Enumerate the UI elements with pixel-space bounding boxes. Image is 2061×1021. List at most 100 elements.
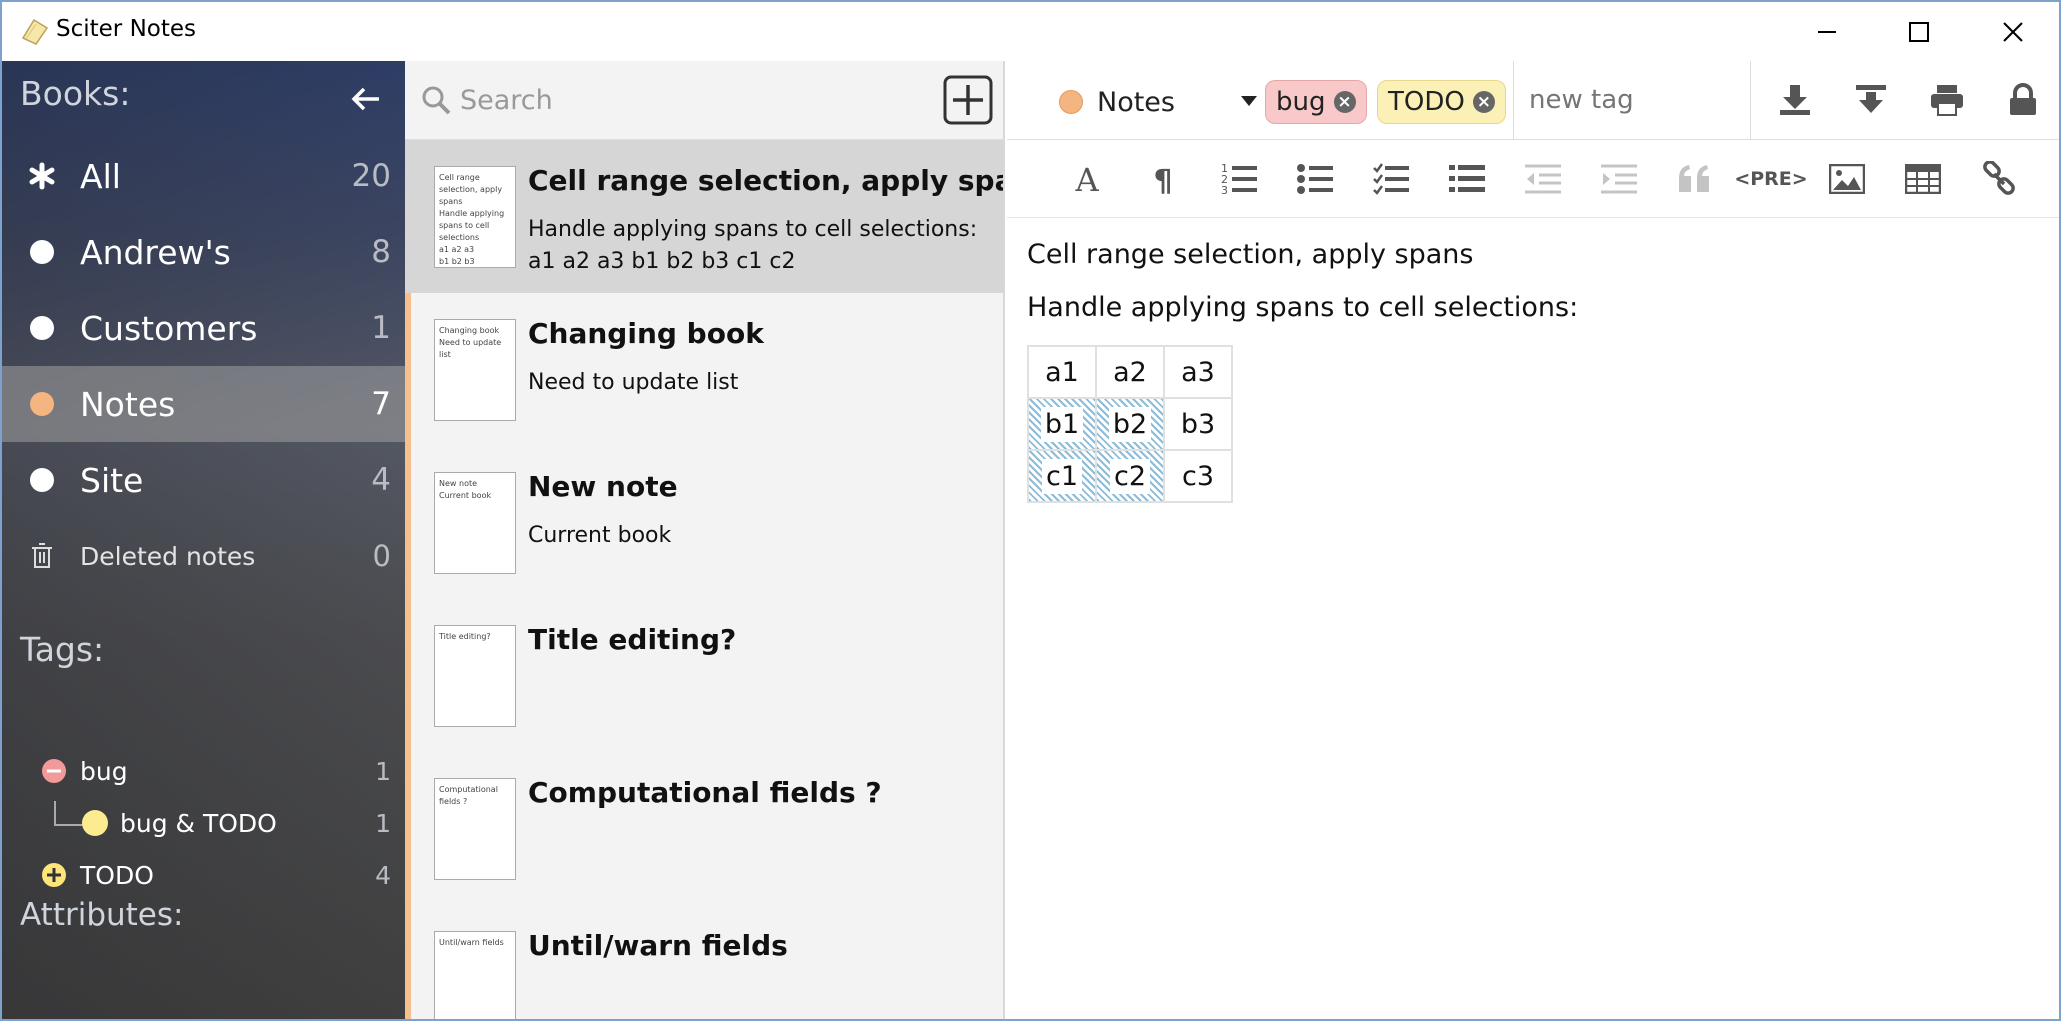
title-bar: Sciter Notes (2, 2, 2059, 61)
tag-chip-bug[interactable]: bug × (1265, 80, 1367, 124)
note-title: Until/warn fields (528, 929, 788, 962)
checklist-icon (1373, 163, 1409, 195)
table-cell-selected[interactable]: c1 (1027, 449, 1097, 503)
indent-button[interactable] (1594, 154, 1644, 204)
app-icon (21, 18, 49, 45)
svg-text:A: A (1074, 163, 1099, 195)
format-toolbar: A ¶ 123 <PRE> (1007, 140, 2059, 218)
back-arrow-icon[interactable] (351, 87, 381, 111)
note-thumbnail: Until/warn fields (434, 931, 516, 1019)
sidebar: Books: All 20 Andrew's 8 Customers 1 Not… (2, 61, 405, 1019)
note-item[interactable]: New note Current book New note Current b… (405, 446, 1003, 599)
close-icon (2003, 21, 2023, 42)
maximize-button[interactable] (1873, 2, 1965, 61)
note-title: Cell range selection, apply spans (528, 164, 1005, 197)
note-thumbnail: Cell range selection, apply spans Handle… (434, 166, 516, 268)
tag-chip-todo[interactable]: TODO × (1377, 80, 1506, 124)
book-count: 20 (351, 158, 391, 194)
note-item[interactable]: Computational fields ? Computational fie… (405, 752, 1003, 905)
book-select[interactable]: Notes (1059, 80, 1257, 124)
note-thumbnail: Title editing? (434, 625, 516, 727)
image-icon (1829, 164, 1865, 194)
paragraph-button[interactable]: ¶ (1138, 154, 1188, 204)
tag-color-dot (82, 810, 108, 836)
book-label: Site (80, 460, 144, 500)
table-cell-selected[interactable]: b2 (1095, 397, 1165, 451)
table-cell[interactable]: a3 (1163, 345, 1233, 399)
remove-tag-icon[interactable]: × (1333, 91, 1356, 113)
note-item[interactable]: Changing book Need to update list Changi… (405, 293, 1003, 446)
minimize-button[interactable] (1781, 2, 1873, 61)
cell-text: b1 (1040, 406, 1084, 442)
tag-item-bug[interactable]: bug 1 (2, 749, 405, 793)
checklist-button[interactable] (1366, 154, 1416, 204)
deleted-notes-item[interactable]: Deleted notes 0 (2, 518, 405, 594)
insert-image-button[interactable] (1822, 154, 1872, 204)
download-icon (1780, 85, 1810, 115)
tag-label: bug & TODO (120, 808, 277, 838)
search-input[interactable] (460, 79, 800, 121)
book-label: All (80, 156, 121, 196)
insert-link-button[interactable] (1974, 154, 2024, 204)
tag-item-todo[interactable]: TODO 4 (2, 853, 405, 897)
lock-icon (2010, 83, 2036, 115)
cell-text: c2 (1109, 458, 1151, 494)
bullet-list-icon (1297, 164, 1333, 194)
document-content[interactable]: Cell range selection, apply spans Handle… (1027, 239, 1578, 503)
lock-button[interactable] (1993, 75, 2053, 125)
insert-table-button[interactable] (1898, 154, 1948, 204)
svg-text:3: 3 (1221, 184, 1228, 196)
app-window: Sciter Notes Books: All 20 Andrew's 8 Cu… (0, 0, 2061, 1021)
outdent-button[interactable] (1518, 154, 1568, 204)
print-icon (1931, 85, 1963, 116)
preformatted-button[interactable]: <PRE> (1731, 154, 1811, 204)
tag-item-bug-and-todo[interactable]: bug & TODO 1 (2, 801, 405, 845)
note-item[interactable]: Title editing? Title editing? (405, 599, 1003, 752)
book-item-all[interactable]: All 20 (2, 138, 405, 214)
deleted-notes-count: 0 (372, 539, 391, 573)
table-cell-selected[interactable]: b1 (1027, 397, 1097, 451)
note-item[interactable]: Until/warn fields Until/warn fields (405, 905, 1003, 1019)
book-item-site[interactable]: Site 4 (2, 442, 405, 518)
table-cell[interactable]: a1 (1027, 345, 1097, 399)
font-style-button[interactable]: A (1062, 154, 1112, 204)
add-note-button[interactable] (943, 75, 993, 125)
note-thumbnail: Computational fields ? (434, 778, 516, 880)
book-color-dot (1059, 90, 1083, 114)
trash-icon (32, 543, 52, 568)
definition-list-button[interactable] (1442, 154, 1492, 204)
blockquote-button[interactable] (1670, 154, 1720, 204)
book-count: 1 (371, 310, 391, 346)
tag-count: 1 (375, 756, 391, 786)
table-cell[interactable]: c3 (1163, 449, 1233, 503)
print-button[interactable] (1917, 75, 1977, 125)
export-button[interactable] (1765, 75, 1825, 125)
table-cell-selected[interactable]: c2 (1095, 449, 1165, 503)
tag-count: 1 (375, 808, 391, 838)
bullet-list-button[interactable] (1290, 154, 1340, 204)
books-heading: Books: (20, 74, 131, 113)
book-item-notes[interactable]: Notes 7 (2, 366, 405, 442)
ordered-list-button[interactable]: 123 (1214, 154, 1264, 204)
note-thumbnail: New note Current book (434, 472, 516, 574)
note-title: New note (528, 470, 678, 503)
search-icon (422, 86, 451, 115)
chevron-down-icon (1241, 96, 1257, 106)
doc-table[interactable]: a1 a2 a3 b1 b2 b3 c1 c2 c3 (1027, 345, 1233, 503)
import-button[interactable] (1841, 75, 1901, 125)
note-item[interactable]: Cell range selection, apply spans Handle… (405, 140, 1005, 293)
note-description: Need to update list (528, 370, 739, 395)
new-tag-input[interactable] (1529, 79, 1729, 121)
pre-label: <PRE> (1734, 168, 1808, 190)
table-cell[interactable]: a2 (1095, 345, 1165, 399)
tag-label: TODO (80, 860, 154, 890)
book-item-customers[interactable]: Customers 1 (2, 290, 405, 366)
book-item-andrews[interactable]: Andrew's 8 (2, 214, 405, 290)
note-title: Computational fields ? (528, 776, 882, 809)
remove-tag-icon[interactable]: × (1472, 91, 1495, 113)
book-label: Notes (80, 384, 176, 424)
close-button[interactable] (1967, 2, 2059, 61)
editor-pane: Notes bug × TODO × new tag A ¶ 1 2 3 <PR… (1007, 61, 2059, 1019)
ordered-list-icon: 123 (1221, 162, 1257, 196)
table-cell[interactable]: b3 (1163, 397, 1233, 451)
